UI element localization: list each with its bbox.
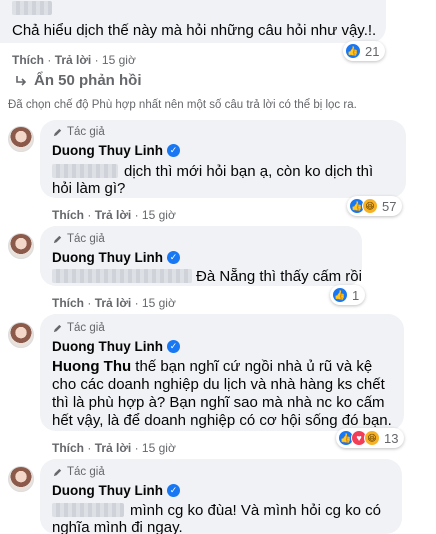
comment-actions: Thích · Trả lời · 15 giờ (12, 53, 136, 67)
top-comment-text: Chả hiểu dịch thế này mà hỏi những câu h… (12, 22, 377, 39)
like-reaction-icon: 👍 (332, 287, 348, 303)
author-name[interactable]: Duong Thuy Linh ✓ (52, 483, 180, 498)
haha-reaction-icon: 😆 (362, 198, 378, 214)
pen-icon (53, 128, 62, 136)
like-link[interactable]: Thích (52, 441, 84, 455)
redacted-text (52, 503, 124, 517)
verified-badge-icon: ✓ (166, 251, 180, 264)
reaction-count: 57 (382, 198, 397, 214)
pen-icon (53, 324, 62, 332)
comment-actions: Thích · Trả lời · 15 giờ (52, 296, 176, 310)
reaction-summary[interactable]: 👍 😆 57 (347, 196, 403, 216)
reaction-summary[interactable]: 👍 1 (330, 285, 366, 305)
reaction-summary[interactable]: 👍 21 (343, 41, 386, 61)
redacted-text (52, 164, 118, 178)
reaction-summary[interactable]: 👍 ♥ 😆 13 (336, 428, 405, 448)
avatar[interactable] (8, 322, 34, 348)
redacted-text (52, 269, 192, 283)
author-tag: Tác giả (52, 126, 105, 138)
author-tag: Tác giả (52, 233, 105, 245)
collapse-arrow-icon (16, 75, 27, 86)
avatar[interactable] (8, 466, 34, 492)
comment-actions: Thích · Trả lời · 15 giờ (52, 441, 176, 455)
redacted-text (12, 1, 52, 15)
author-name[interactable]: Duong Thuy Linh ✓ (52, 339, 180, 354)
reply-link[interactable]: Trả lời (95, 296, 132, 310)
timestamp[interactable]: 15 giờ (142, 208, 176, 222)
reply-text: Đà Nẵng thì thấy cấm rồi (196, 268, 362, 285)
haha-reaction-icon: 😆 (364, 430, 380, 446)
timestamp[interactable]: 15 giờ (142, 296, 176, 310)
avatar[interactable] (8, 126, 34, 152)
filter-note: Đã chọn chế độ Phù hợp nhất nên một số c… (8, 99, 357, 111)
reply-text: hết vậy, là để doanh nghiệp có cơ hội số… (52, 412, 392, 429)
reaction-count: 13 (384, 430, 399, 446)
mention-link[interactable]: Huong Thu (52, 358, 131, 375)
reaction-count: 21 (365, 43, 380, 59)
like-link[interactable]: Thích (52, 208, 84, 222)
author-tag: Tác giả (52, 322, 105, 334)
verified-badge-icon: ✓ (166, 144, 180, 157)
author-name[interactable]: Duong Thuy Linh ✓ (52, 250, 180, 265)
author-tag: Tác giả (52, 466, 105, 478)
hide-replies-label: Ẩn 50 phản hồi (34, 72, 142, 89)
comment-actions: Thích · Trả lời · 15 giờ (52, 208, 176, 222)
like-link[interactable]: Thích (52, 296, 84, 310)
like-link[interactable]: Thích (12, 53, 44, 67)
hide-replies-button[interactable]: Ẩn 50 phản hồi (14, 72, 142, 89)
verified-badge-icon: ✓ (166, 340, 180, 353)
pen-icon (53, 468, 62, 476)
pen-icon (53, 235, 62, 243)
verified-badge-icon: ✓ (166, 484, 180, 497)
like-reaction-icon: 👍 (345, 43, 361, 59)
reply-link[interactable]: Trả lời (95, 208, 132, 222)
timestamp[interactable]: 15 giờ (102, 53, 136, 67)
reply-text: dịch thì mới hỏi bạn ạ, còn ko dịch thì (124, 163, 374, 180)
reply-text: nghĩa mình đi ngay. (52, 519, 183, 534)
reply-text: hỏi làm gì? (52, 180, 126, 197)
author-name[interactable]: Duong Thuy Linh ✓ (52, 143, 180, 158)
timestamp[interactable]: 15 giờ (142, 441, 176, 455)
reaction-count: 1 (352, 287, 360, 303)
reply-link[interactable]: Trả lời (55, 53, 92, 67)
reply-link[interactable]: Trả lời (95, 441, 132, 455)
avatar[interactable] (8, 233, 34, 259)
